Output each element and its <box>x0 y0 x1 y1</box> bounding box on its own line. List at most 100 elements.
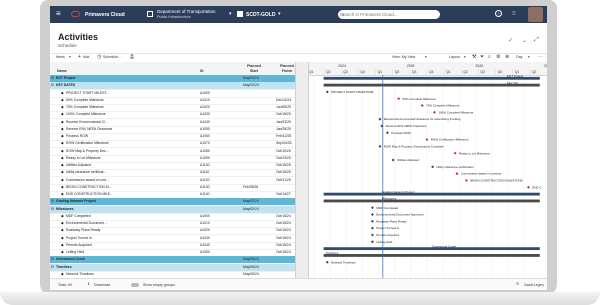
milestone-marker[interactable] <box>391 158 395 162</box>
schedule-button[interactable]: Schedule... <box>103 55 121 59</box>
download-icon[interactable]: ⬇ <box>87 282 90 286</box>
check-icon[interactable]: ✓ <box>508 37 513 44</box>
workspace-selector[interactable]: Department of Transportation <box>157 9 216 14</box>
milestone-marker[interactable] <box>464 178 468 182</box>
gantt-summary-bar[interactable] <box>323 254 540 257</box>
gantt-summary-bar[interactable] <box>323 199 540 203</box>
milestone-marker[interactable] <box>432 110 436 114</box>
milestone-marker[interactable] <box>431 165 435 169</box>
timescale-quarter: Q1 <box>378 70 383 74</box>
gantt-label: Ready to Let Milestone <box>459 151 490 155</box>
milestone-marker[interactable] <box>370 240 374 244</box>
timescale-quarter: Q4 <box>360 70 365 74</box>
expand-toggle-icon[interactable]: ⊟ <box>51 264 54 271</box>
cell-id: A1110 <box>200 170 210 175</box>
expand-toggle-icon[interactable]: ⊟ <box>51 256 54 263</box>
timescale-year: 2026 <box>475 64 483 68</box>
cell-planned-finish: Sep/04/25 <box>276 141 292 146</box>
legend-icon[interactable]: ☰ <box>516 282 519 286</box>
gantt-summary-bar[interactable] <box>323 192 540 196</box>
chevron-down-icon[interactable]: ▾ <box>464 55 466 59</box>
expand-toggle-icon[interactable]: ⊟ <box>51 198 54 205</box>
milestone-marker[interactable] <box>453 151 457 155</box>
oracle-logo-icon <box>71 11 80 17</box>
cell-name: END CONSTRUCTION MILE... <box>66 192 114 196</box>
milestone-icon: ◆ <box>61 250 64 254</box>
zoom-icon[interactable]: ⊕ <box>505 54 509 60</box>
milestone-marker[interactable] <box>378 144 382 148</box>
cell-name: KEY DATES <box>56 83 76 88</box>
layout-menu[interactable]: Layout <box>449 55 460 59</box>
cell-planned-finish: Oct/15/24 <box>276 250 291 254</box>
table-row[interactable]: ◆ Network Timelines May/06/24 <box>50 271 295 278</box>
settings-icon[interactable]: ⚙ <box>496 54 500 60</box>
milestone-marker[interactable] <box>370 206 374 210</box>
wrench-icon[interactable]: ⚒ <box>472 54 476 60</box>
project-selector[interactable]: SCDT-GOLD <box>246 12 275 18</box>
expand-toggle-icon[interactable]: ⊟ <box>51 82 54 89</box>
expand-icon[interactable]: ⤢ <box>534 37 539 44</box>
more-icon[interactable]: ⋯ <box>538 54 543 60</box>
app-window: ≡ Primavera Cloud Department of Transpor… <box>50 6 547 290</box>
download-button[interactable]: Download <box>94 283 110 287</box>
grid-apps-icon[interactable]: ⁝⁝ <box>512 10 516 18</box>
cell-planned-start: May/06/24 <box>243 264 259 269</box>
milestone-marker[interactable] <box>378 117 382 121</box>
timescale-selector[interactable]: Day <box>516 55 522 59</box>
cell-id: A1020 <box>200 105 210 109</box>
cell-name: 50% Complete Milestone <box>66 97 104 102</box>
clock-icon[interactable]: ◷ <box>97 54 101 60</box>
milestone-marker[interactable] <box>325 90 329 94</box>
column-header-name[interactable]: Name <box>57 69 67 73</box>
print-icon[interactable]: ⎙ <box>130 54 134 60</box>
gantt-label: Grading Network Project <box>382 190 415 194</box>
cell-planned-finish: Oct/15/25 <box>276 112 291 117</box>
expand-toggle-icon[interactable]: ⊟ <box>51 75 54 82</box>
menu-icon[interactable]: ≡ <box>56 10 61 18</box>
top-navigation-bar: ≡ Primavera Cloud Department of Transpor… <box>50 6 547 23</box>
milestone-marker[interactable] <box>370 233 374 237</box>
chevron-down-icon[interactable]: ⌄ <box>522 37 527 44</box>
filter-icon[interactable]: ⏷ <box>480 54 484 60</box>
activities-toolbar: Items ▾ + Add ◷ Schedule... ⎙ View: My V… <box>50 53 547 62</box>
view-selector[interactable]: View: My View <box>392 55 415 59</box>
milestone-marker[interactable] <box>385 131 389 135</box>
cell-id: A1060 <box>200 134 210 138</box>
timescale-quarter: Q1 <box>515 70 520 74</box>
cell-id: A1020 <box>200 228 210 233</box>
milestone-marker[interactable] <box>397 97 401 101</box>
avatar[interactable] <box>528 7 543 22</box>
milestone-marker[interactable] <box>425 138 429 142</box>
chevron-down-icon[interactable]: ▾ <box>425 55 427 59</box>
milestone-marker[interactable] <box>325 260 329 264</box>
items-menu[interactable]: Items <box>56 55 65 59</box>
milestone-icon: ◆ <box>61 112 64 117</box>
cell-name: Roadway Plans Ready <box>66 228 101 233</box>
cell-id: A1030 <box>200 235 210 240</box>
global-search-input[interactable]: ⌕ Search in Primavera Cloud... <box>338 10 440 19</box>
chevron-down-icon[interactable]: ▾ <box>528 55 530 59</box>
chevron-down-icon[interactable]: ▾ <box>229 11 232 17</box>
chevron-down-icon[interactable]: ▾ <box>69 55 71 59</box>
milestone-icon: ◆ <box>61 271 64 276</box>
milestone-marker[interactable] <box>455 172 459 176</box>
milestone-marker[interactable] <box>370 219 374 223</box>
column-header-planned-start[interactable]: Planned Start <box>243 64 265 73</box>
expand-toggle-icon[interactable]: ⊟ <box>51 206 54 213</box>
plus-icon[interactable]: + <box>78 54 81 60</box>
gantt-label: Possess ROW <box>391 131 411 135</box>
timescale-year: 2027 <box>544 64 547 68</box>
milestone-marker[interactable] <box>420 104 424 107</box>
chevron-down-icon[interactable]: ▾ <box>278 11 281 17</box>
add-button[interactable]: Add <box>83 55 89 59</box>
timescale-quarter: Q2 <box>463 70 468 74</box>
milestone-marker[interactable] <box>370 226 374 230</box>
search-icon[interactable]: ⌕ <box>488 54 491 60</box>
milestone-marker[interactable] <box>370 213 374 216</box>
milestone-marker[interactable] <box>526 185 530 189</box>
toggle-switch[interactable] <box>131 283 139 287</box>
gantt-legend-button[interactable]: Gantt Legen <box>524 283 544 287</box>
column-header-id[interactable]: ID <box>200 69 204 73</box>
timescale-quarter: Q3 <box>480 70 485 74</box>
help-icon[interactable]: ? <box>495 10 502 17</box>
